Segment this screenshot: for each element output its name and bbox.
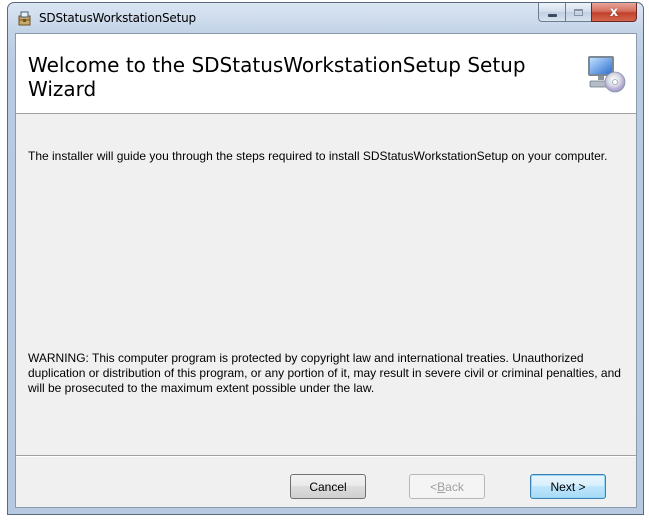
back-label-accelerator: B <box>437 479 446 494</box>
computer-with-disc-icon <box>586 54 626 94</box>
wizard-client-area: Welcome to the SDStatusWorkstationSetup … <box>15 33 637 508</box>
minimize-button[interactable] <box>538 3 565 22</box>
minimize-icon <box>547 14 557 17</box>
back-label-rest: ack <box>445 479 464 494</box>
next-button[interactable]: Next > <box>530 474 606 499</box>
window-title: SDStatusWorkstationSetup <box>39 11 196 25</box>
back-label-prefix: < <box>430 479 438 494</box>
title-bar[interactable]: SDStatusWorkstationSetup x <box>8 3 643 33</box>
cancel-button[interactable]: Cancel <box>290 474 366 499</box>
intro-text: The installer will guide you through the… <box>28 149 608 163</box>
copyright-warning: WARNING: This computer program is protec… <box>28 351 621 395</box>
maximize-button[interactable] <box>565 3 591 22</box>
maximize-icon <box>574 8 583 16</box>
page-title: Welcome to the SDStatusWorkstationSetup … <box>28 53 526 101</box>
close-icon: x <box>609 4 619 20</box>
back-button[interactable]: < Back <box>409 474 485 499</box>
installer-package-icon[interactable] <box>17 10 33 26</box>
wizard-banner: Welcome to the SDStatusWorkstationSetup … <box>16 34 636 114</box>
caption-buttons: x <box>538 3 637 23</box>
installer-window: SDStatusWorkstationSetup x Welcome to th… <box>7 2 644 515</box>
footer-divider <box>16 455 636 457</box>
close-button[interactable]: x <box>591 3 637 22</box>
